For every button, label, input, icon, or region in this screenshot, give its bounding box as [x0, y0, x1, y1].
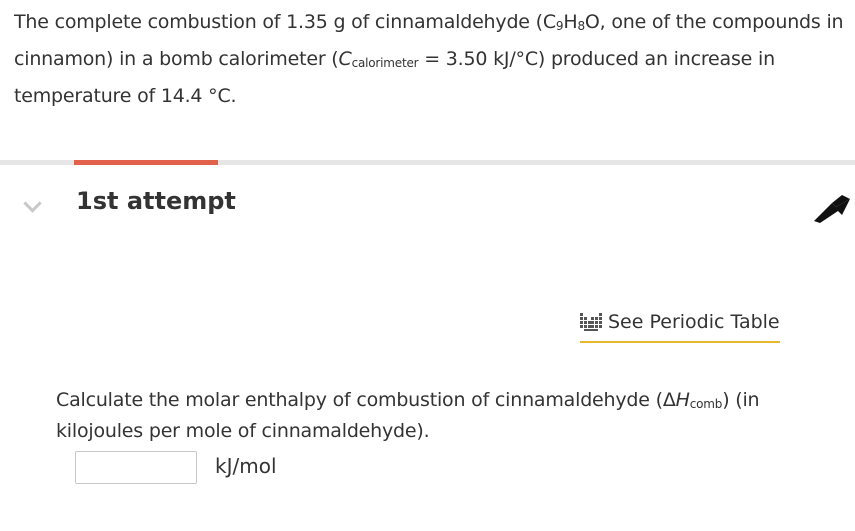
- periodic-table-icon: [580, 313, 602, 331]
- flag-icon[interactable]: [812, 193, 852, 223]
- question-text-1: Calculate the molar enthalpy of combusti…: [56, 389, 663, 411]
- delta-symbol: Δ: [662, 389, 676, 411]
- problem-text-1: The complete combustion of 1.35 g of cin…: [14, 11, 556, 33]
- carbon-subscript: 9: [555, 19, 564, 33]
- attempt-tab-indicator: [74, 160, 218, 165]
- hydrogen-symbol: H: [563, 11, 578, 33]
- attempt-header[interactable]: 1st attempt: [0, 185, 855, 225]
- see-periodic-table-link[interactable]: See Periodic Table: [580, 305, 780, 343]
- chevron-down-icon[interactable]: [23, 194, 42, 213]
- problem-statement: The complete combustion of 1.35 g of cin…: [14, 4, 844, 115]
- calorimeter-symbol: C: [338, 48, 352, 70]
- homework-page: The complete combustion of 1.35 g of cin…: [0, 0, 855, 531]
- periodic-table-label: See Periodic Table: [608, 311, 780, 333]
- question-prompt: Calculate the molar enthalpy of combusti…: [56, 385, 816, 447]
- calorimeter-subscript: calorimeter: [351, 56, 419, 70]
- attempt-title: 1st attempt: [76, 187, 236, 215]
- answer-unit: kJ/mol: [215, 454, 277, 478]
- enthalpy-symbol: H: [675, 389, 690, 411]
- hydrogen-subscript: 8: [577, 19, 585, 33]
- enthalpy-subscript: comb: [689, 397, 723, 411]
- answer-input[interactable]: [75, 451, 197, 484]
